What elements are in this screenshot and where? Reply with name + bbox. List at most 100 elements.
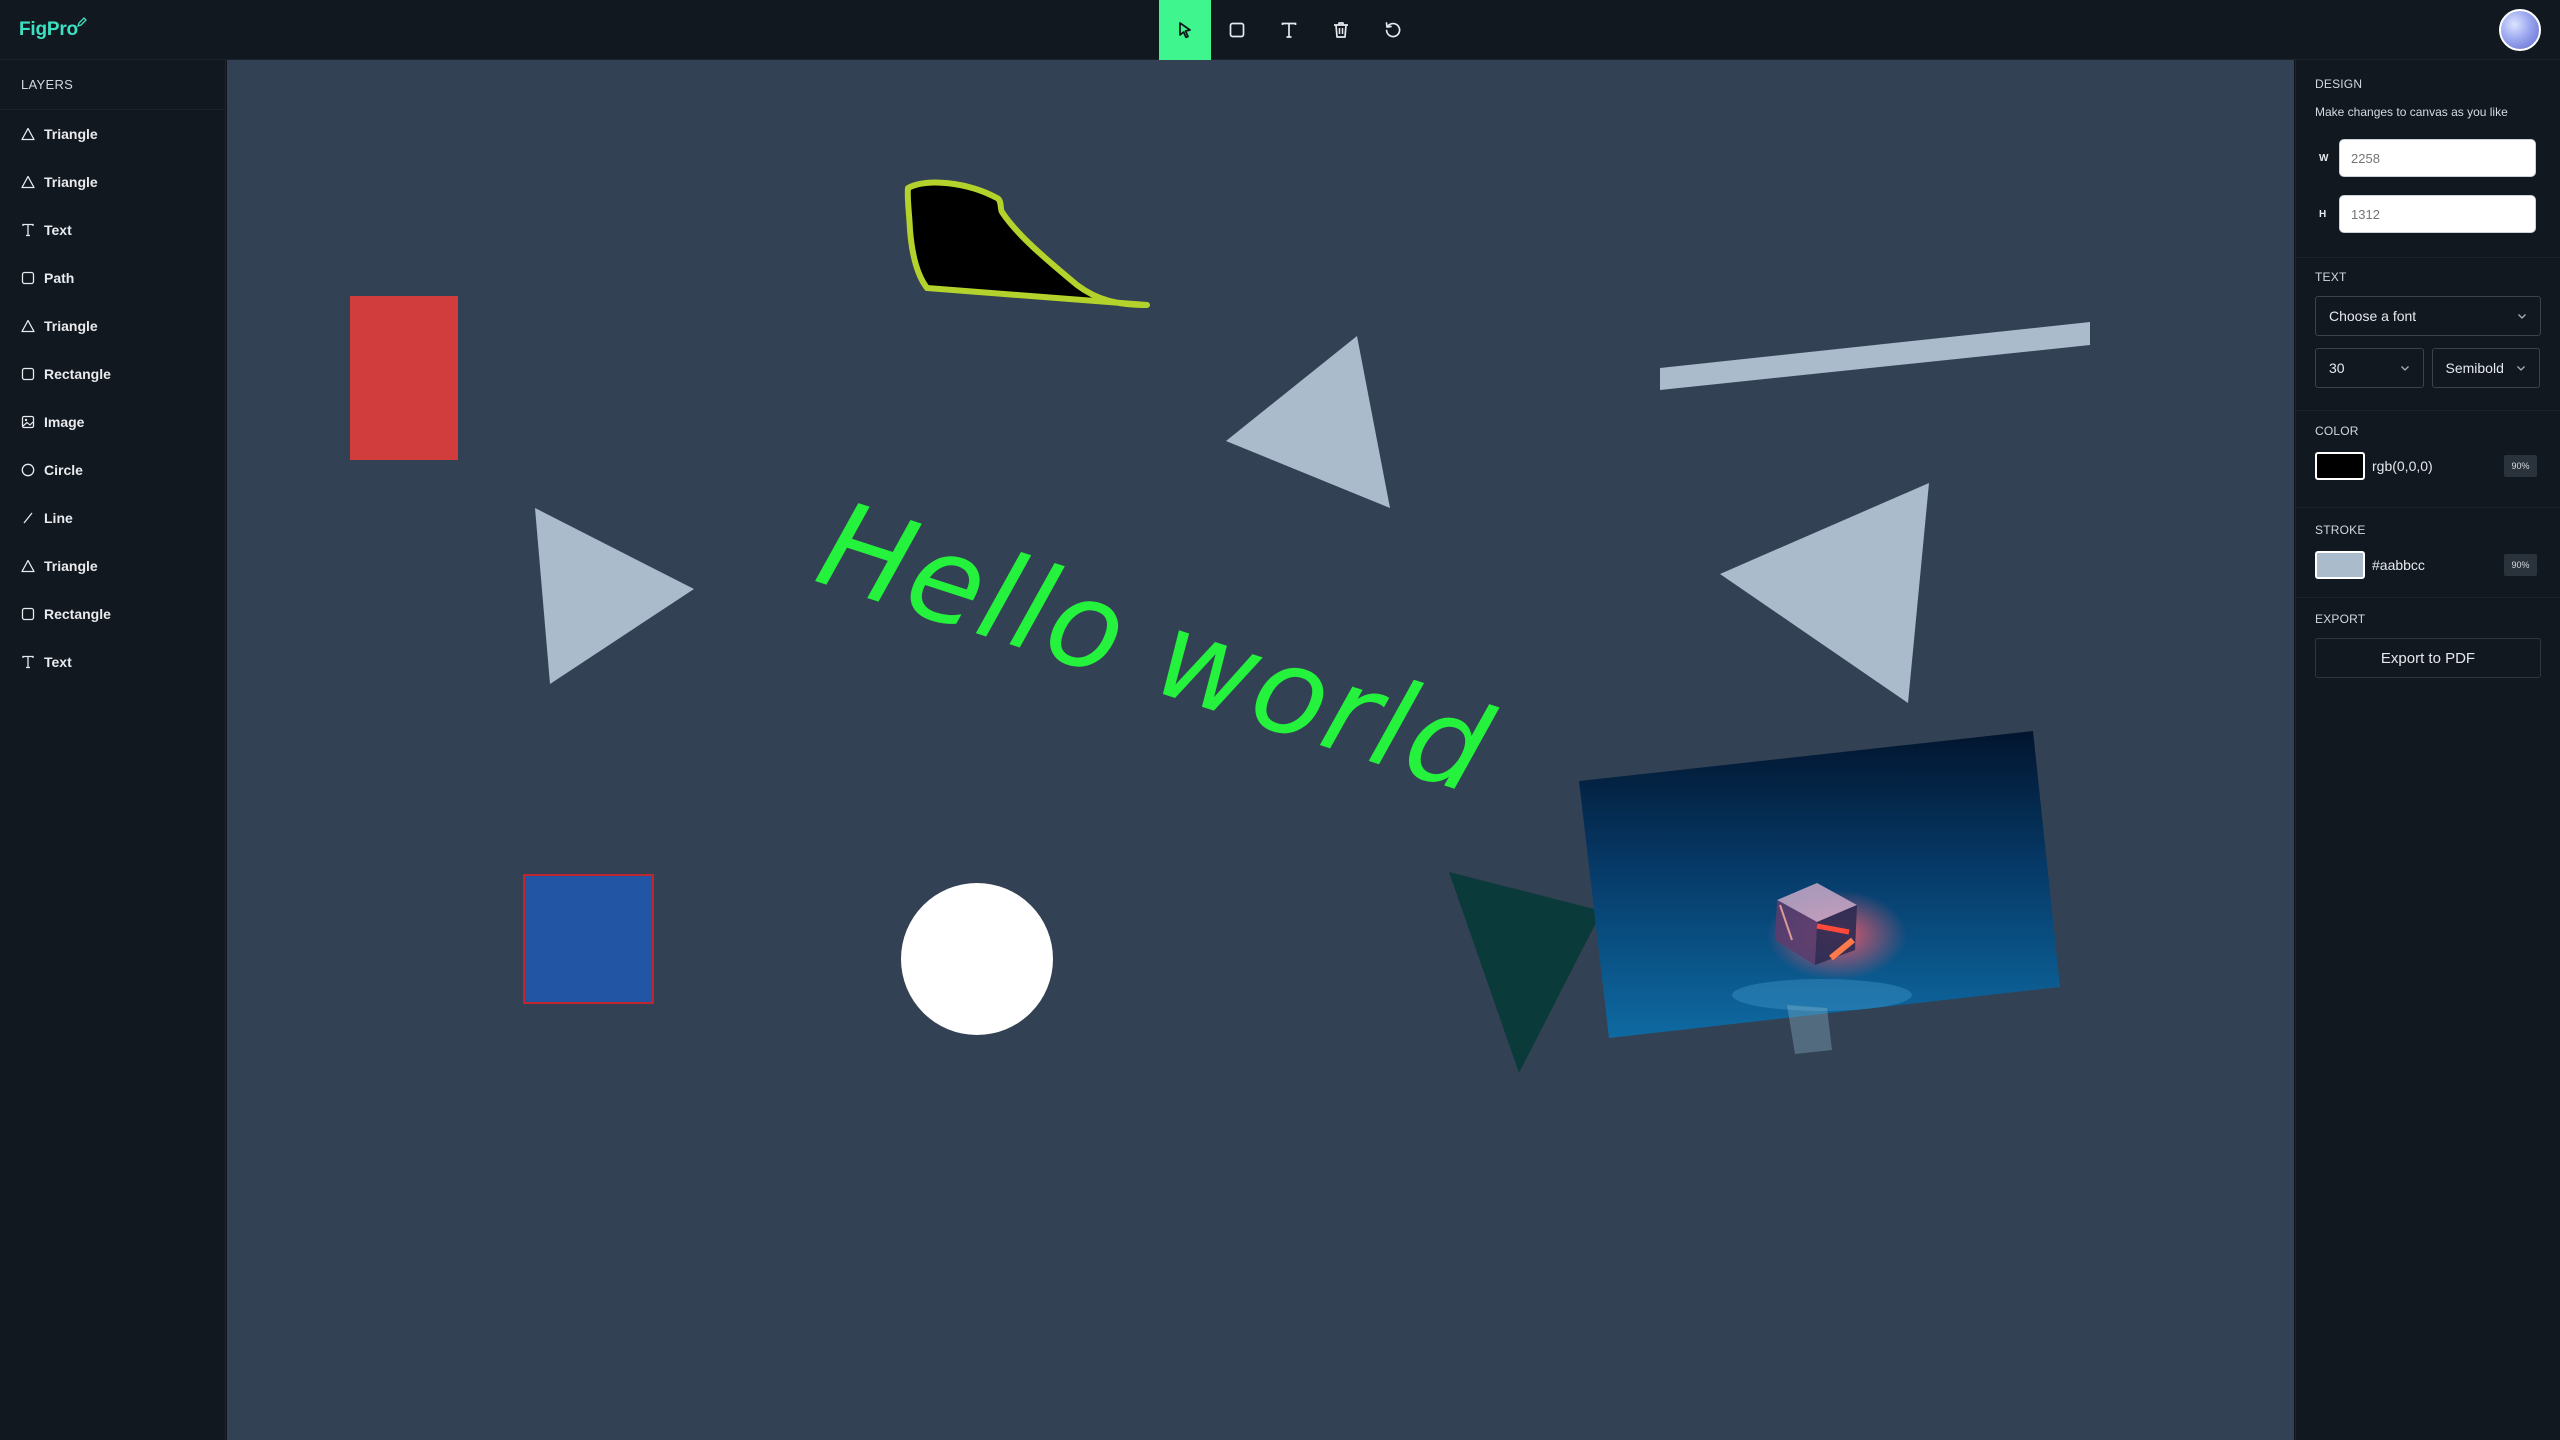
font-size-value: 30 <box>2329 360 2345 376</box>
design-canvas[interactable]: Hello world <box>227 60 2294 1440</box>
chevron-down-icon <box>2518 314 2526 319</box>
triangle-icon <box>20 126 36 142</box>
color-title: COLOR <box>2315 424 2359 438</box>
width-row: W <box>2315 139 2540 177</box>
design-subtitle: Make changes to canvas as you like <box>2315 105 2508 119</box>
triangle-icon <box>20 318 36 334</box>
design-panel: DESIGN Make changes to canvas as you lik… <box>2295 60 2560 1440</box>
text-section: TEXT Choose a font 30 Semibold <box>2296 258 2560 411</box>
layers-title: LAYERS <box>0 60 225 110</box>
layer-item[interactable]: Image <box>0 398 225 446</box>
toolbar <box>1159 0 1419 60</box>
height-input[interactable] <box>2339 195 2536 233</box>
blue-rectangle[interactable] <box>523 874 654 1004</box>
triangle-shape[interactable] <box>1449 872 1602 1073</box>
export-section: EXPORT Export to PDF <box>2296 598 2560 678</box>
color-value[interactable]: rgb(0,0,0) <box>2372 458 2502 474</box>
width-input[interactable] <box>2339 139 2536 177</box>
stroke-opacity[interactable]: 90% <box>2504 554 2537 576</box>
text-icon <box>1281 22 1297 38</box>
export-pdf-button[interactable]: Export to PDF <box>2315 638 2541 678</box>
rectangle-tool-button[interactable] <box>1211 0 1263 60</box>
export-title: EXPORT <box>2315 612 2366 626</box>
square-icon <box>20 366 36 382</box>
layer-item[interactable]: Triangle <box>0 110 225 158</box>
color-row: rgb(0,0,0) 90% <box>2315 452 2540 480</box>
app-root: FigPro LAYERS Triangle Triangle Text Path Tr… <box>0 0 2560 1440</box>
line-shape[interactable] <box>1660 322 2090 390</box>
layer-item[interactable]: Triangle <box>0 542 225 590</box>
layers-panel: LAYERS Triangle Triangle Text Path Triangle R… <box>0 60 226 1440</box>
freehand-path[interactable] <box>904 179 1150 308</box>
text-tool-button[interactable] <box>1263 0 1315 60</box>
canvas-text[interactable]: Hello world <box>803 475 1507 822</box>
layer-item-label: Triangle <box>44 318 98 334</box>
design-title: DESIGN <box>2315 77 2363 91</box>
image-object[interactable] <box>1579 731 2060 1054</box>
image-icon <box>20 414 36 430</box>
layer-list: Triangle Triangle Text Path Triangle Rectangl… <box>0 110 225 686</box>
stroke-row: #aabbcc 90% <box>2315 551 2540 579</box>
font-weight-select[interactable]: Semibold <box>2431 348 2540 388</box>
stroke-swatch[interactable] <box>2315 551 2365 579</box>
font-family-select[interactable]: Choose a font <box>2315 296 2541 336</box>
layer-item-label: Triangle <box>44 174 98 190</box>
layer-item-label: Line <box>44 510 73 526</box>
layer-item[interactable]: Triangle <box>0 158 225 206</box>
layer-item-label: Circle <box>44 462 83 478</box>
layer-item[interactable]: Text <box>0 638 225 686</box>
triangle-shape[interactable] <box>535 508 694 684</box>
layer-item-label: Path <box>44 270 75 286</box>
triangle-icon <box>20 558 36 574</box>
color-opacity[interactable]: 90% <box>2504 455 2537 477</box>
square-icon <box>20 606 36 622</box>
line-icon <box>20 510 36 526</box>
triangle-icon <box>20 174 36 190</box>
layer-item[interactable]: Text <box>0 206 225 254</box>
width-label: W <box>2319 152 2329 164</box>
select-tool-button[interactable] <box>1159 0 1211 60</box>
chevron-down-icon <box>2400 366 2409 371</box>
chevron-down-icon <box>2517 366 2525 371</box>
height-row: H <box>2315 195 2540 233</box>
logo-text: FigPro <box>19 19 78 40</box>
font-weight-value: Semibold <box>2445 360 2504 376</box>
text-title: TEXT <box>2315 270 2347 284</box>
delete-tool-button[interactable] <box>1315 0 1367 60</box>
reset-tool-button[interactable] <box>1367 0 1419 60</box>
layer-item[interactable]: Circle <box>0 446 225 494</box>
text-icon <box>20 222 36 238</box>
layer-item[interactable]: Rectangle <box>0 350 225 398</box>
layer-item[interactable]: Path <box>0 254 225 302</box>
triangle-shape[interactable] <box>1226 336 1390 508</box>
white-circle[interactable] <box>901 883 1053 1035</box>
trash-icon <box>1334 22 1348 38</box>
layer-item-label: Triangle <box>44 558 98 574</box>
square-icon <box>20 270 36 286</box>
canvas-stage[interactable]: Hello world <box>227 60 2294 1440</box>
layer-item-label: Rectangle <box>44 366 111 382</box>
height-label: H <box>2319 208 2327 220</box>
top-navbar: FigPro <box>0 0 2560 60</box>
font-size-weight-row: 30 Semibold <box>2315 348 2540 388</box>
stroke-value[interactable]: #aabbcc <box>2372 557 2502 573</box>
color-swatch[interactable] <box>2315 452 2365 480</box>
design-section: DESIGN Make changes to canvas as you lik… <box>2296 60 2560 258</box>
user-avatar[interactable] <box>2499 9 2541 51</box>
stroke-section: STROKE #aabbcc 90% <box>2296 508 2560 598</box>
layer-item[interactable]: Rectangle <box>0 590 225 638</box>
stroke-title: STROKE <box>2315 523 2366 537</box>
layer-item[interactable]: Line <box>0 494 225 542</box>
refresh-icon <box>1385 22 1401 38</box>
square-icon <box>1229 22 1245 38</box>
layer-item-label: Triangle <box>44 126 98 142</box>
layer-item[interactable]: Triangle <box>0 302 225 350</box>
layer-item-label: Rectangle <box>44 606 111 622</box>
layer-item-label: Image <box>44 414 85 430</box>
layer-item-label: Text <box>44 222 72 238</box>
triangle-shape[interactable] <box>1720 483 1929 703</box>
font-size-select[interactable]: 30 <box>2315 348 2424 388</box>
text-icon <box>20 654 36 670</box>
red-rectangle[interactable] <box>350 296 458 460</box>
app-logo[interactable]: FigPro <box>19 17 88 41</box>
